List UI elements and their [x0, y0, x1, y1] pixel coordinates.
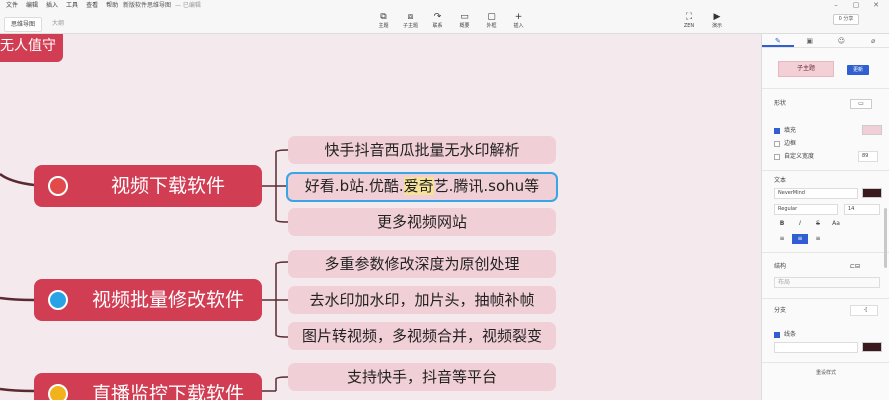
mindmap-canvas[interactable]: 无人值守 视频下载软件 快手抖音西瓜批量无水印解析 好看.b站.优酷.爱奇艺.腾… [0, 34, 761, 400]
text-case-button[interactable]: Aa [828, 219, 844, 229]
boundary-icon: ▢ [487, 12, 496, 22]
main-topic-video-batch-edit[interactable]: 视频批量修改软件 [34, 279, 262, 321]
reset-style-button[interactable]: 重设样式 [776, 368, 876, 379]
format-panel: ✎ ▣ ☺ ⌀ 子主题 更新 形状 ▭ 填充 边框 自定义宽度 89 文本 Ne… [761, 34, 889, 400]
close-icon[interactable]: ✕ [866, 1, 886, 10]
blue-dot-icon [48, 290, 68, 310]
pitch-button[interactable]: ▶ 演示 [703, 12, 731, 30]
zen-button[interactable]: ⛶ ZEN [675, 12, 703, 30]
line-checkbox[interactable] [774, 332, 780, 338]
align-left-button[interactable]: ≡ [774, 234, 790, 244]
relation-button[interactable]: ↷ 联系 [424, 12, 451, 30]
italic-button[interactable]: I [792, 219, 808, 229]
menu-help[interactable]: 帮助 [106, 1, 118, 10]
shape-label: 形状 [774, 100, 787, 107]
insert-button[interactable]: + 插入 [505, 12, 532, 30]
custom-width-label: 自定义宽度 [784, 153, 815, 160]
main-topic-live-monitor[interactable]: 直播监控下载软件 [34, 373, 262, 400]
topic-icon: ⧉ [380, 12, 387, 22]
yellow-dot-icon [48, 384, 68, 400]
fill-checkbox[interactable] [774, 128, 780, 134]
menu-bar: 文件 编辑 插入 工具 查看 帮助 [6, 1, 126, 10]
subtopic[interactable]: 去水印加水印，加片头，抽帧补帧 [288, 286, 556, 314]
subtopic[interactable]: 更多视频网站 [288, 208, 556, 236]
red-dot-icon [48, 176, 68, 196]
layout-select[interactable] [774, 277, 880, 288]
text-highlight: 爱奇 [403, 177, 434, 195]
text-color-swatch[interactable] [862, 188, 882, 198]
top-toolbar: 文件 编辑 插入 工具 查看 帮助 新版软件思维导图 — 已编辑 思维导图 大纲 … [0, 0, 889, 34]
update-style-button[interactable]: 更新 [847, 65, 869, 75]
custom-width-input[interactable]: 89 [858, 151, 878, 162]
style-tab-icon[interactable]: ✎ [762, 34, 794, 47]
align-right-button[interactable]: ≡ [810, 234, 826, 244]
menu-tools[interactable]: 工具 [66, 1, 78, 10]
bold-button[interactable]: B [774, 219, 790, 229]
font-weight-select[interactable]: Regular [774, 204, 838, 215]
view-tabs: 思维导图 大纲 [4, 17, 74, 32]
boundary-button[interactable]: ▢ 外框 [478, 12, 505, 30]
font-size-select[interactable]: 14 [844, 204, 880, 215]
summary-button[interactable]: ▭ 概要 [451, 12, 478, 30]
subtopic-button[interactable]: ⧈ 子主题 [397, 12, 424, 30]
panel-tabs: ✎ ▣ ☺ ⌀ [762, 34, 889, 48]
custom-width-checkbox[interactable] [774, 154, 780, 160]
shape-select[interactable]: ▭ [850, 99, 872, 109]
icon-tab-icon[interactable]: ☺ [826, 34, 858, 47]
structure-label: 结构 [774, 263, 787, 270]
strikethrough-button[interactable]: S [810, 219, 826, 229]
text-label: 文本 [774, 177, 787, 184]
subtopic[interactable]: 图片转视频，多视频合并，视频裂变 [288, 322, 556, 350]
format-tab-icon[interactable]: ⌀ [857, 34, 889, 47]
subtopic[interactable]: 多重参数修改深度为原创处理 [288, 250, 556, 278]
subtopic-selected[interactable]: 好看.b站.优酷.爱奇艺.腾讯.sohu等 [286, 172, 558, 202]
panel-scrollbar[interactable] [884, 208, 887, 268]
menu-insert[interactable]: 插入 [46, 1, 58, 10]
saved-status: — 已编辑 [175, 2, 201, 9]
window-controls: – ▢ ✕ [826, 1, 886, 10]
map-tab-icon[interactable]: ▣ [794, 34, 826, 47]
subtopic[interactable]: 快手抖音西瓜批量无水印解析 [288, 136, 556, 164]
line-color-swatch[interactable] [862, 342, 882, 352]
border-label: 边框 [784, 140, 797, 147]
font-family-select[interactable]: NeverMind [774, 188, 858, 199]
subtopic[interactable]: 支持快手，抖音等平台 [288, 363, 556, 391]
branch-style-select[interactable]: -[ [850, 305, 878, 316]
subtopic-icon: ⧈ [407, 12, 414, 22]
minimize-icon[interactable]: – [826, 1, 846, 10]
summary-icon: ▭ [460, 12, 469, 22]
view-tools: ⛶ ZEN ▶ 演示 [675, 12, 731, 30]
line-style-select[interactable] [774, 342, 858, 353]
plus-icon: + [514, 12, 523, 22]
menu-edit[interactable]: 编辑 [26, 1, 38, 10]
structure-icon[interactable]: ⊏⊟ [850, 263, 860, 271]
fullscreen-icon: ⛶ [685, 12, 693, 22]
main-topic-video-download[interactable]: 视频下载软件 [34, 165, 262, 207]
share-button[interactable]: 0 分享 [833, 14, 859, 25]
relation-icon: ↷ [433, 12, 442, 22]
align-center-button[interactable]: ≡ [792, 234, 808, 244]
tab-outline[interactable]: 大纲 [46, 17, 70, 32]
document-title: 新版软件思维导图 — 已编辑 [123, 2, 201, 9]
root-topic[interactable]: 无人值守 [0, 34, 63, 62]
menu-view[interactable]: 查看 [86, 1, 98, 10]
maximize-icon[interactable]: ▢ [846, 1, 866, 10]
branch-label: 分支 [774, 307, 787, 314]
menu-file[interactable]: 文件 [6, 1, 18, 10]
fill-label: 填充 [784, 127, 797, 134]
style-preview[interactable]: 子主题 [778, 61, 834, 77]
fill-color-swatch[interactable] [862, 125, 882, 135]
play-icon: ▶ [713, 12, 721, 22]
tab-mindmap[interactable]: 思维导图 [4, 17, 43, 32]
insert-tools: ⧉ 主题 ⧈ 子主题 ↷ 联系 ▭ 概要 ▢ 外框 + 插入 [370, 12, 532, 30]
line-label: 线条 [784, 331, 797, 338]
topic-button[interactable]: ⧉ 主题 [370, 12, 397, 30]
border-checkbox[interactable] [774, 141, 780, 147]
